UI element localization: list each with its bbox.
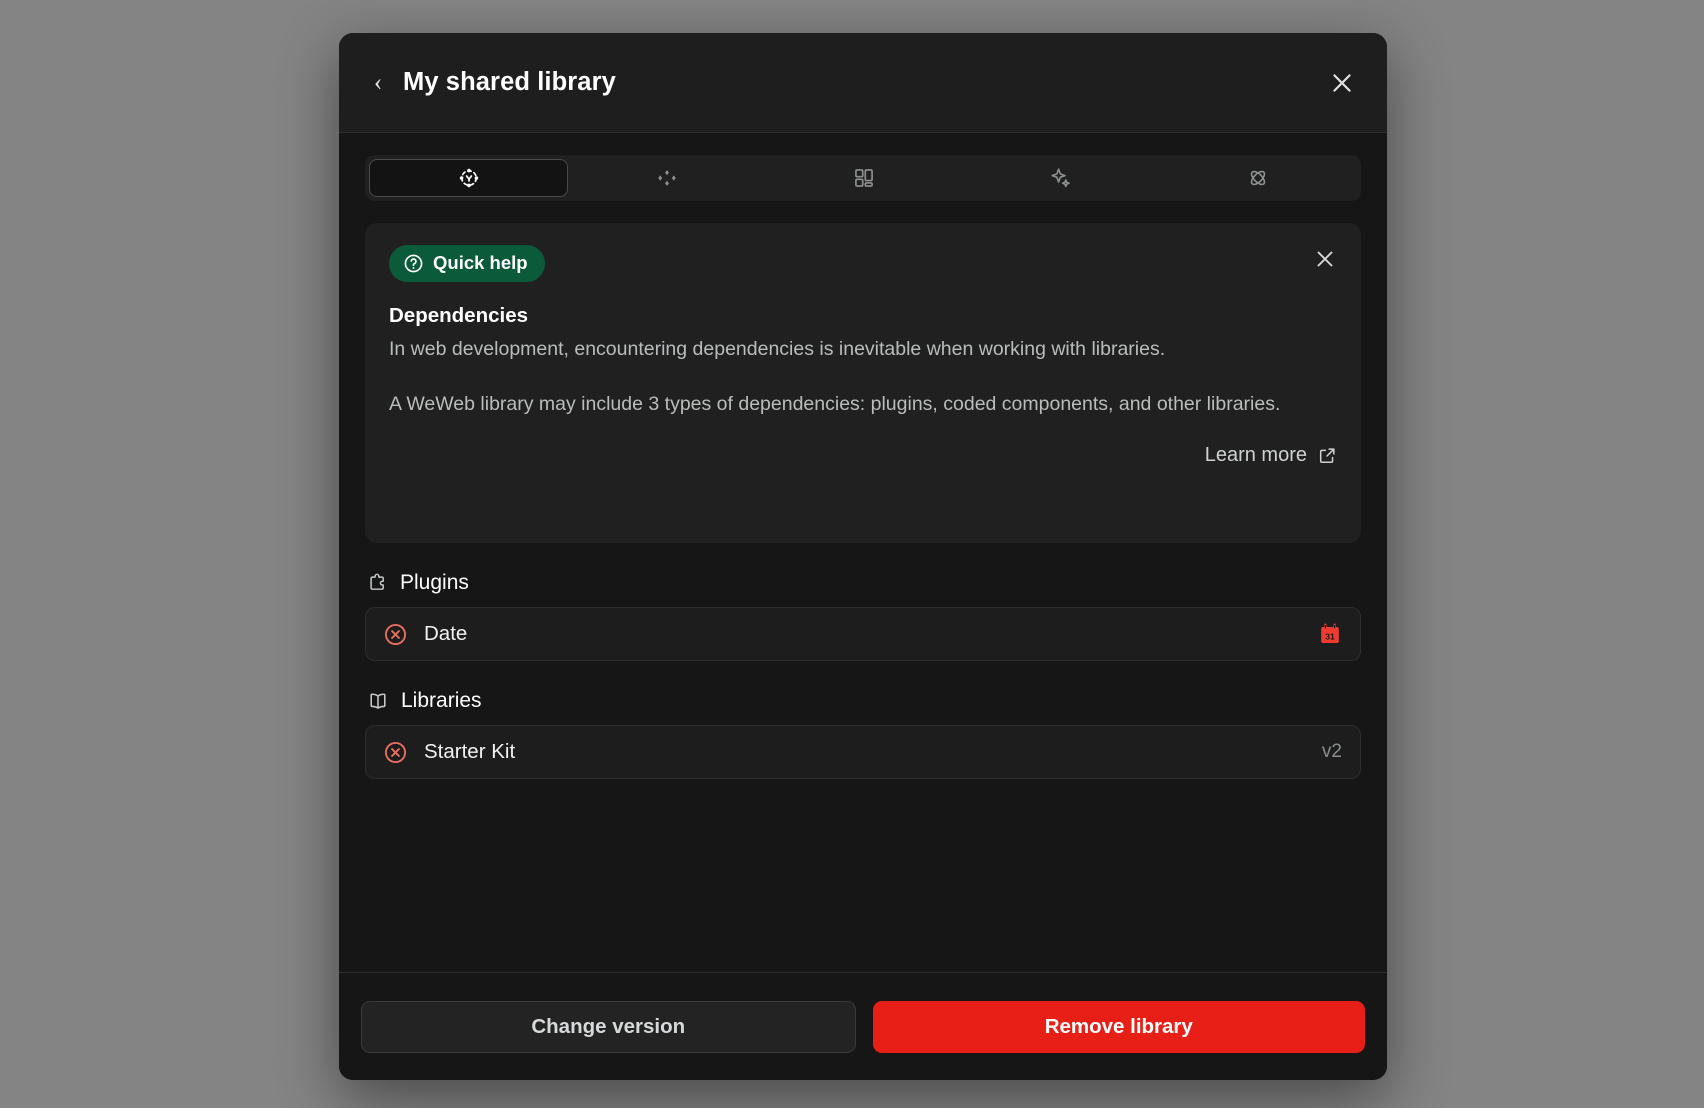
section-header-plugins: Plugins: [365, 571, 1361, 595]
external-link-icon: [1319, 448, 1335, 464]
remove-library-button[interactable]: Remove library: [872, 1000, 1365, 1053]
layout-grid-icon: [855, 169, 873, 187]
dependency-name: Date: [424, 622, 468, 645]
close-quick-help-button[interactable]: [1309, 243, 1341, 275]
tab-elements[interactable]: [568, 159, 765, 197]
tab-settings[interactable]: [369, 159, 569, 197]
sparkles-icon: [1051, 168, 1071, 188]
circle-x-icon: [384, 623, 406, 645]
dialog-footer: Change version Remove library: [339, 972, 1387, 1080]
tab-components[interactable]: [765, 159, 962, 197]
svg-text:31: 31: [1325, 632, 1335, 642]
section-header-libraries: Libraries: [365, 689, 1361, 713]
tab-strip: [365, 155, 1361, 201]
tab-dependencies[interactable]: [1160, 159, 1357, 197]
quick-help-card: Quick help Dependencies In web developme…: [365, 223, 1361, 543]
close-dialog-button[interactable]: [1325, 66, 1359, 100]
quick-help-badge[interactable]: Quick help: [389, 245, 545, 282]
dialog-body: Quick help Dependencies In web developme…: [339, 133, 1387, 972]
page-title: My shared library: [403, 68, 616, 96]
change-version-button[interactable]: Change version: [361, 1000, 856, 1053]
quick-help-paragraph-2: A WeWeb library may include 3 types of d…: [389, 393, 1281, 416]
plugin-logo: 31: [1318, 622, 1342, 646]
quick-help-title: Dependencies: [389, 304, 528, 327]
question-circle-icon: [404, 254, 423, 273]
diamond-cluster-icon: [658, 170, 676, 186]
dependency-version: v2: [1321, 741, 1342, 762]
learn-more-label: Learn more: [1204, 444, 1307, 467]
section-label-plugins: Plugins: [400, 571, 469, 594]
library-dialog: ‹ My shared library Quick help Dependenc…: [339, 33, 1387, 1080]
dialog-header: ‹ My shared library: [339, 33, 1387, 133]
puzzle-piece-icon: [370, 573, 384, 590]
section-label-libraries: Libraries: [401, 689, 482, 712]
learn-more-link[interactable]: Learn more: [1205, 444, 1337, 467]
quick-help-paragraph-1: In web development, encountering depende…: [389, 338, 1166, 360]
remove-dependency-button[interactable]: [382, 621, 408, 647]
remove-dependency-button[interactable]: [382, 739, 408, 765]
circle-x-icon: [384, 741, 406, 763]
atom-icon: [1251, 170, 1266, 186]
circle-nodes-icon: [459, 168, 478, 188]
dependency-row-plugin-date[interactable]: Date 31: [365, 607, 1361, 661]
quick-help-badge-label: Quick help: [433, 252, 528, 274]
dependency-row-library-starter-kit[interactable]: Starter Kit v2: [365, 725, 1361, 779]
dependency-name: Starter Kit: [424, 740, 516, 763]
open-book-icon: [370, 693, 386, 709]
calendar-31-icon: 31: [1321, 623, 1339, 643]
back-button[interactable]: ‹: [365, 66, 391, 100]
tab-ai[interactable]: [963, 159, 1160, 197]
close-icon: [1317, 251, 1333, 267]
learn-more-row: Learn more: [389, 444, 1337, 467]
close-icon: [1333, 73, 1351, 92]
